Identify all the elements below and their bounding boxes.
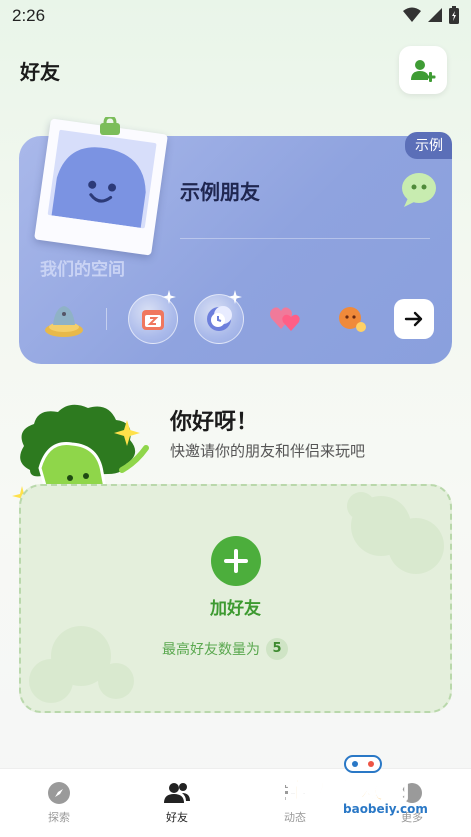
add-friend-label[interactable]: 加好友 [0, 594, 471, 619]
status-time: 2:26 [12, 6, 46, 25]
nav-explore[interactable]: 探索 [0, 769, 118, 837]
add-friend-button[interactable] [399, 46, 447, 94]
add-user-icon [411, 60, 436, 82]
max-friends-info: 最高好友数量为 5 [162, 638, 288, 660]
space-photo-frame [34, 118, 168, 256]
arrow-right-icon [404, 311, 423, 327]
card-divider [180, 238, 430, 239]
nav-friends-label: 好友 [166, 811, 188, 824]
battery-icon [449, 6, 459, 24]
compass-icon [48, 782, 70, 804]
watermark-url: baobeiy.com [343, 802, 428, 816]
chat-bubble-icon[interactable] [400, 172, 438, 208]
max-friends-label: 最高好友数量为 [162, 642, 260, 658]
greeting-subtitle: 快邀请你的朋友和伴侣来玩吧 [170, 442, 366, 460]
signal-icon [428, 8, 442, 22]
orange-pet-icon[interactable] [334, 302, 370, 334]
open-space-button[interactable] [394, 299, 434, 339]
bird-nest-icon[interactable] [42, 299, 86, 339]
friend-name: 示例朋友 [180, 180, 260, 204]
max-friends-count: 5 [266, 638, 288, 660]
watermark-text: 宝贝游戏网 [285, 776, 410, 805]
example-badge: 示例 [405, 132, 452, 159]
nav-explore-label: 探索 [48, 811, 70, 824]
watermark: 宝贝游戏网 baobeiy.com [285, 752, 465, 822]
hearts-icon[interactable] [268, 302, 304, 334]
blob-avatar-icon [51, 147, 146, 228]
page-title: 好友 [20, 60, 60, 84]
status-icons [403, 6, 459, 24]
clip-icon [100, 117, 120, 135]
add-friend-plus-button[interactable] [211, 536, 261, 586]
people-icon [164, 783, 190, 803]
plus-icon [224, 549, 248, 573]
our-space-label: 我们的空间 [40, 260, 125, 280]
calendar-icon [142, 310, 164, 330]
moon-clock-icon [207, 306, 232, 331]
greeting-title: 你好呀！ [170, 410, 259, 435]
wifi-icon [403, 7, 421, 22]
status-bar: 2:26 [0, 0, 471, 34]
sparkle-icon [228, 290, 242, 304]
nav-friends[interactable]: 好友 [118, 769, 236, 837]
sparkle-icon [162, 290, 176, 304]
icon-row-divider [106, 308, 107, 330]
